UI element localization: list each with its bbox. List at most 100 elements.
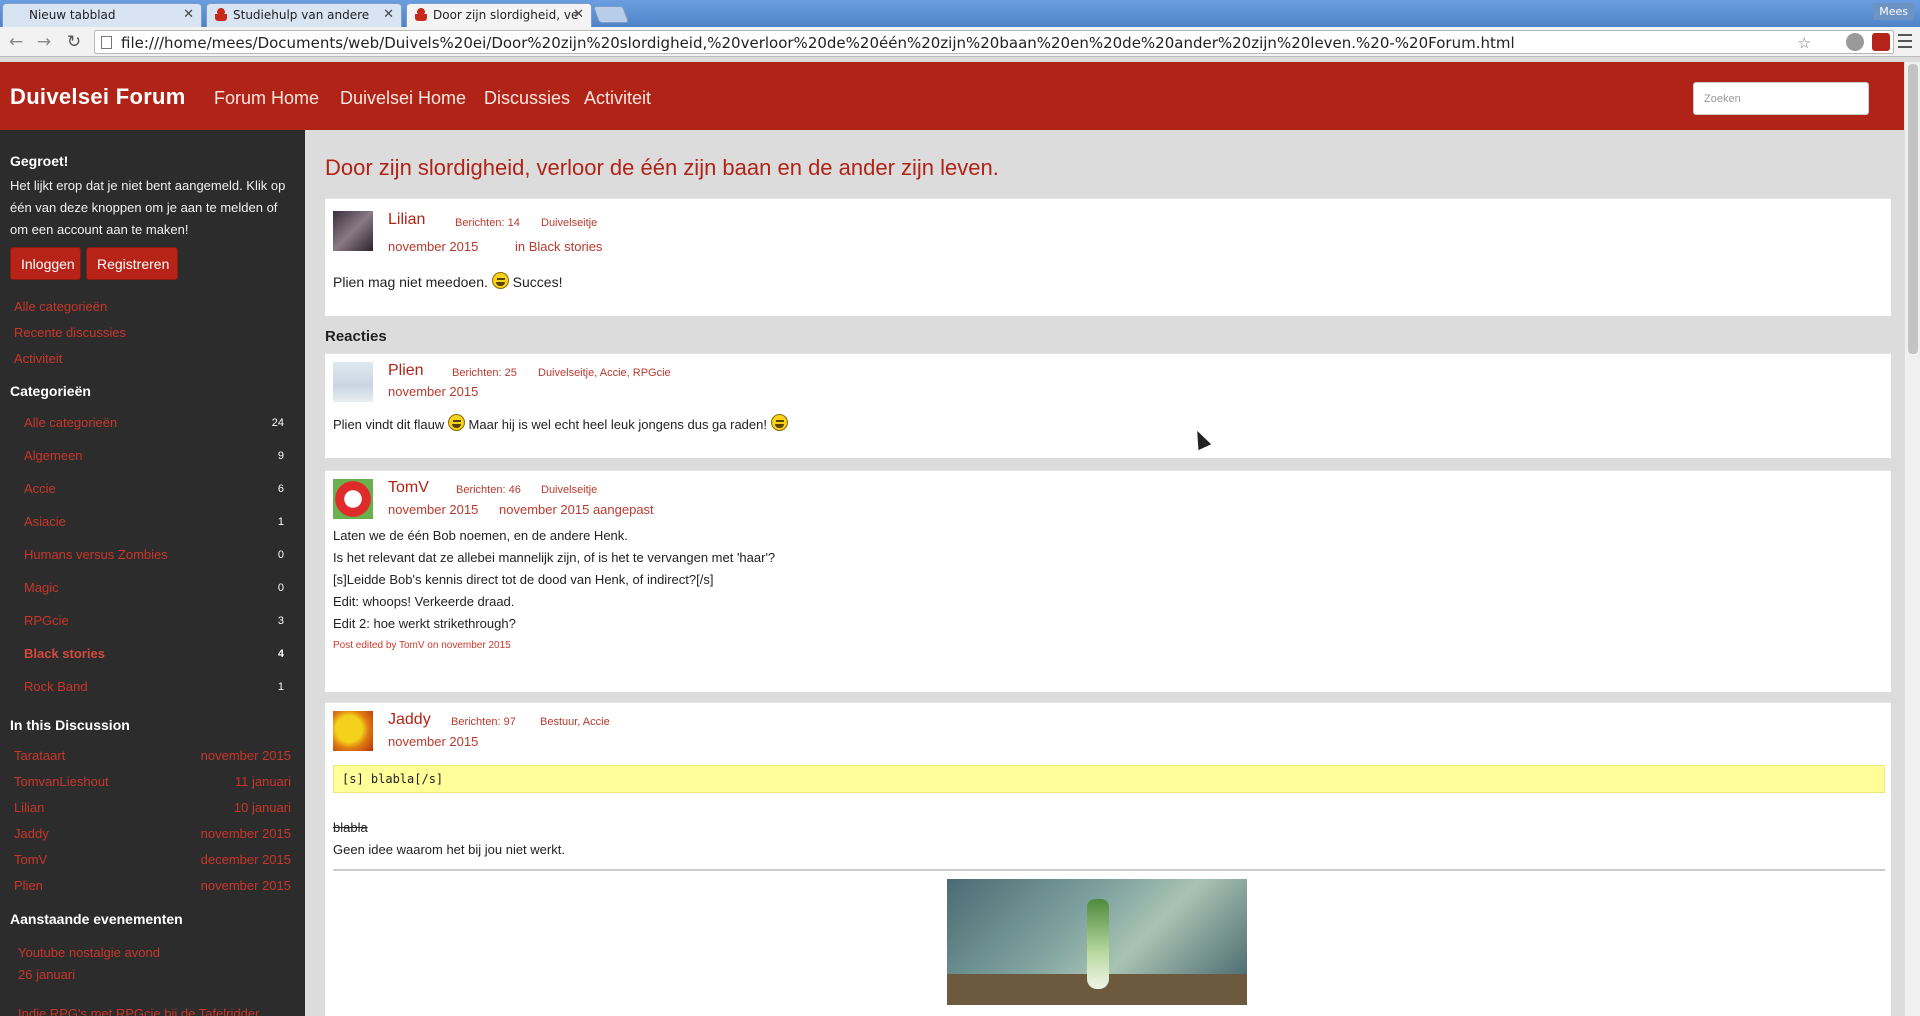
category-item[interactable]: Alle categorieën 24	[24, 415, 284, 430]
participant-name: Jaddy	[14, 826, 49, 841]
participant-row[interactable]: TomvanLieshout 11 januari	[14, 774, 291, 789]
category-count: 6	[277, 483, 284, 495]
category-count: 4	[277, 648, 284, 660]
address-bar[interactable]: file:///home/mees/Documents/web/Duivels%…	[94, 30, 1894, 54]
address-url[interactable]: file:///home/mees/Documents/web/Duivels%…	[121, 34, 1515, 52]
participant-row[interactable]: TomV december 2015	[14, 852, 291, 867]
edited-date[interactable]: november 2015 aangepast	[499, 502, 654, 517]
close-icon[interactable]: ✕	[183, 7, 194, 22]
categories-title: Categorieën	[10, 383, 91, 399]
comment: Jaddy Berichten: 97 Bestuur, Accie novem…	[325, 702, 1891, 1016]
sidebar-link-recent[interactable]: Recente discussies	[14, 325, 126, 340]
post-author[interactable]: Lilian	[388, 211, 425, 229]
comment-text: Maar hij is wel echt heel leuk jongens d…	[468, 417, 767, 432]
category-item-active[interactable]: Black stories 4	[24, 646, 284, 661]
tab-studiehulp[interactable]: Studiehulp van andere ✕	[206, 3, 402, 27]
discussion-title: Door zijn slordigheid, verloor de één zi…	[325, 155, 999, 180]
category-item[interactable]: Magic 0	[24, 580, 284, 595]
category-item[interactable]: Accie 6	[24, 481, 284, 496]
sidebar-link-all-categories[interactable]: Alle categorieën	[14, 299, 107, 314]
category-name: Humans versus Zombies	[24, 547, 168, 562]
comment-line: Edit: whoops! Verkeerde draad.	[333, 594, 515, 609]
avatar[interactable]	[333, 479, 373, 519]
event-title[interactable]: Youtube nostalgie avond	[18, 945, 160, 960]
participant-date: november 2015	[200, 878, 291, 893]
post-date[interactable]: november 2015	[388, 239, 478, 254]
page-icon	[101, 36, 112, 49]
event-title[interactable]: Indie RPG's met RPGcie bij de Tafelridde…	[18, 1006, 259, 1016]
avatar[interactable]	[333, 711, 373, 751]
participant-row[interactable]: Jaddy november 2015	[14, 826, 291, 841]
participant-name: Tarataart	[14, 748, 66, 763]
edit-note: Post edited by TomV on november 2015	[333, 640, 511, 651]
category-name: Asiacie	[24, 514, 66, 529]
category-count: 1	[277, 681, 284, 693]
comment-body: Laten we de één Bob noemen, en de andere…	[333, 525, 775, 635]
comment-date[interactable]: november 2015	[388, 384, 478, 399]
category-item[interactable]: Humans versus Zombies 0	[24, 547, 284, 562]
category-item[interactable]: RPGcie 3	[24, 613, 284, 628]
extension-icon[interactable]	[1846, 33, 1864, 51]
event-date: 26 januari	[18, 967, 76, 982]
nav-discussies[interactable]: Discussies	[484, 88, 570, 109]
nav-forum-home[interactable]: Forum Home	[214, 88, 319, 109]
category-item[interactable]: Algemeen 9	[24, 448, 284, 463]
category-count: 9	[277, 450, 284, 462]
sidebar: Gegroet! Het lijkt erop dat je niet bent…	[0, 130, 305, 1016]
new-tab-button[interactable]	[592, 6, 630, 23]
browser-user-badge[interactable]: Mees	[1873, 3, 1914, 20]
comment-author[interactable]: Jaddy	[388, 711, 431, 729]
category-item[interactable]: Asiacie 1	[24, 514, 284, 529]
code-block: [s] blabla[/s]	[333, 765, 1885, 793]
browser-menu-icon[interactable]	[1898, 34, 1912, 48]
participant-date: november 2015	[200, 748, 291, 763]
browser-tab-bar: Nieuw tabblad ✕ Studiehulp van andere ✕ …	[0, 0, 1920, 27]
page-scrollbar[interactable]	[1904, 62, 1920, 1016]
category-name: Alle categorieën	[24, 415, 118, 430]
avatar[interactable]	[333, 211, 373, 251]
participant-row[interactable]: Lilian 10 januari	[14, 800, 291, 815]
bookmark-star-icon[interactable]: ☆	[1798, 34, 1811, 52]
comment-text: Plien vindt dit flauw	[333, 417, 445, 432]
comment-author[interactable]: TomV	[388, 479, 429, 497]
search-input[interactable]: Zoeken	[1693, 82, 1869, 115]
tab-current-discussion[interactable]: Door zijn slordigheid, ve ✕	[406, 3, 592, 27]
category-item[interactable]: Rock Band 1	[24, 679, 284, 694]
user-role[interactable]: Duivelseitje	[541, 484, 597, 496]
nav-duivelsei-home[interactable]: Duivelsei Home	[340, 88, 466, 109]
user-role[interactable]: Duivelseitje, Accie, RPGcie	[538, 367, 671, 379]
reload-icon[interactable]: ↻	[64, 32, 84, 52]
tab-new-tab[interactable]: Nieuw tabblad ✕	[2, 3, 202, 27]
post-category[interactable]: in Black stories	[515, 239, 602, 254]
upcoming-events-title: Aanstaande evenementen	[10, 911, 183, 927]
close-icon[interactable]: ✕	[383, 7, 394, 22]
participant-date: november 2015	[200, 826, 291, 841]
close-icon[interactable]: ✕	[573, 7, 584, 22]
comment-date[interactable]: november 2015	[388, 502, 478, 517]
comment-line: Edit 2: hoe werkt strikethrough?	[333, 616, 516, 631]
comment-author[interactable]: Plien	[388, 362, 424, 380]
nav-activiteit[interactable]: Activiteit	[584, 88, 651, 109]
post-text: Succes!	[512, 274, 563, 290]
duivelsei-favicon-icon	[415, 8, 427, 21]
user-role[interactable]: Duivelseitje	[541, 217, 597, 229]
login-button[interactable]: Inloggen	[10, 247, 81, 280]
participant-row[interactable]: Plien november 2015	[14, 878, 291, 893]
site-brand[interactable]: Duivelsei Forum	[10, 84, 186, 110]
ublock-icon[interactable]	[1872, 33, 1890, 51]
participant-date: 11 januari	[234, 774, 291, 789]
user-role[interactable]: Bestuur, Accie	[540, 716, 610, 728]
divider	[333, 869, 1885, 871]
in-this-discussion-title: In this Discussion	[10, 717, 130, 733]
embedded-gif-image[interactable]	[947, 879, 1247, 1005]
back-arrow-icon[interactable]: ←	[6, 32, 26, 52]
forward-arrow-icon[interactable]: →	[34, 32, 54, 52]
avatar[interactable]	[333, 362, 373, 402]
comment-date[interactable]: november 2015	[388, 734, 478, 749]
register-button[interactable]: Registreren	[86, 247, 178, 280]
scrollbar-thumb[interactable]	[1908, 64, 1918, 354]
sidebar-link-activity[interactable]: Activiteit	[14, 351, 62, 366]
participant-row[interactable]: Tarataart november 2015	[14, 748, 291, 763]
category-name: Algemeen	[24, 448, 83, 463]
reactions-title: Reacties	[325, 328, 387, 345]
